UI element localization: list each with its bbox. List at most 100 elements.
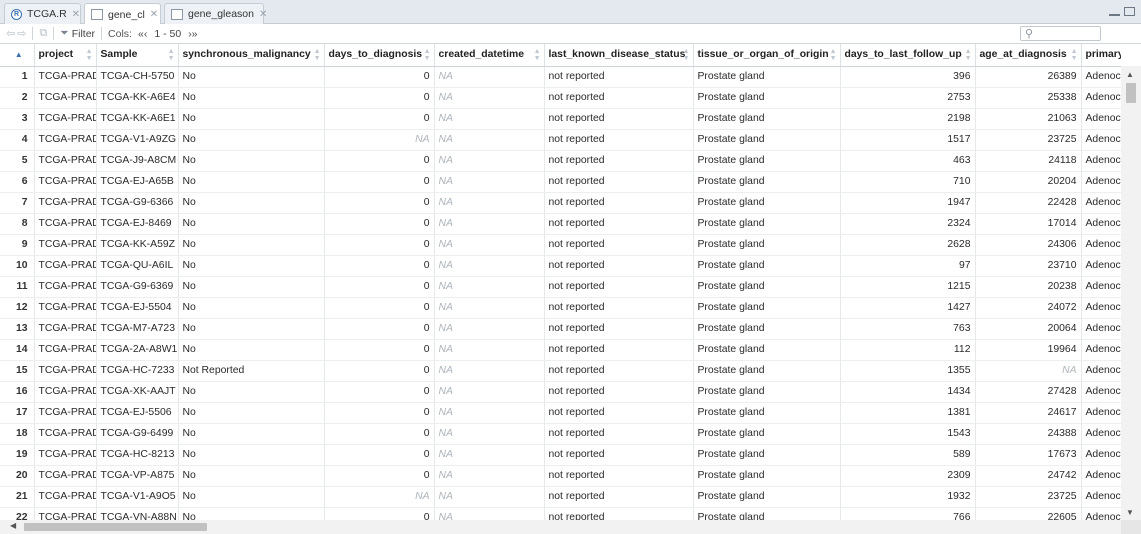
row-number: 15 (0, 360, 35, 382)
table-cell: Prostate gland (693, 234, 841, 256)
filter-button[interactable]: ⏷ Filter (60, 27, 95, 40)
table-cell: TCGA-G9-6369 (96, 276, 179, 298)
table-cell: 0 (324, 255, 435, 277)
table-cell: 25338 (975, 87, 1082, 109)
table-cell: not reported (544, 360, 694, 382)
scrollbar-corner (1121, 520, 1141, 534)
column-header-days-to-last-follow-up[interactable]: days_to_last_follow_up ▲ ▼ (840, 44, 976, 67)
column-header-created-datetime[interactable]: created_datetime ▲ ▼ (434, 44, 545, 67)
column-header-age-at-diagnosis[interactable]: age_at_diagnosis ▲ ▼ (975, 44, 1082, 67)
table-cell: No (178, 213, 325, 235)
table-cell: Not Reported (178, 360, 325, 382)
tab-tcga-r[interactable]: R TCGA.R ✕ (4, 3, 81, 24)
sort-icon: ▲ ▼ (313, 48, 321, 62)
row-number: 18 (0, 423, 35, 445)
table-row: 17 TCGA-PRAD TCGA-EJ-5506 No 0 NA not reported… (0, 402, 1121, 424)
close-icon[interactable]: ✕ (259, 9, 267, 20)
scroll-thumb[interactable] (1126, 83, 1136, 103)
column-header-days-to-diagnosis[interactable]: days_to_diagnosis ▲ ▼ (324, 44, 435, 67)
table-cell: Adenoc (1081, 423, 1121, 445)
column-header-last-known-disease-status[interactable]: last_known_disease_status ▲ ▼ (544, 44, 694, 67)
sort-icon: ▲ ▼ (1070, 48, 1078, 62)
column-header-primary-dia[interactable]: primary_dia (1081, 44, 1121, 67)
table-row: 2 TCGA-PRAD TCGA-KK-A6E4 No 0 NA not reported P… (0, 87, 1121, 109)
scroll-up-arrow-icon[interactable]: ▲ (1126, 70, 1134, 79)
data-grid: ▲ project ▲ ▼ Sample ▲ ▼ synchronous_malignancy… (0, 44, 1121, 520)
maximize-icon[interactable] (1124, 7, 1135, 16)
table-cell: TCGA-PRAD (34, 171, 97, 193)
row-number: 4 (0, 129, 35, 151)
table-row: 15 TCGA-PRAD TCGA-HC-7233 Not Reported 0 NA no… (0, 360, 1121, 382)
table-cell: 710 (840, 171, 976, 193)
table-cell: 0 (324, 234, 435, 256)
row-number: 6 (0, 171, 35, 193)
column-header-sample[interactable]: Sample ▲ ▼ (96, 44, 179, 67)
table-cell: NA (324, 129, 435, 151)
table-cell: NA (434, 87, 545, 109)
table-cell: 1215 (840, 276, 976, 298)
minimize-icon[interactable] (1109, 12, 1120, 16)
table-cell: 26389 (975, 66, 1082, 88)
table-cell: 24072 (975, 297, 1082, 319)
column-header-project[interactable]: project ▲ ▼ (34, 44, 97, 67)
table-cell: 463 (840, 150, 976, 172)
table-cell: not reported (544, 381, 694, 403)
table-cell: Prostate gland (693, 276, 841, 298)
prev-columns-button[interactable]: «‹ (138, 28, 147, 40)
search-input[interactable]: ⚲ (1020, 26, 1101, 41)
table-cell: No (178, 381, 325, 403)
table-cell: not reported (544, 255, 694, 277)
column-header-tissue-or-organ-of-origin[interactable]: tissue_or_organ_of_origin ▲ ▼ (693, 44, 841, 67)
table-cell: not reported (544, 192, 694, 214)
table-cell: No (178, 339, 325, 361)
table-row: 16 TCGA-PRAD TCGA-XK-AAJT No 0 NA not reported… (0, 381, 1121, 403)
forward-arrow-icon[interactable]: ⇨ (17, 27, 26, 40)
scroll-thumb[interactable] (24, 523, 207, 531)
table-cell: Adenoc (1081, 108, 1121, 130)
table-cell: 20238 (975, 276, 1082, 298)
table-cell: not reported (544, 465, 694, 487)
row-number-header[interactable]: ▲ (0, 44, 35, 67)
popout-icon[interactable]: ⧉ (39, 27, 47, 40)
close-icon[interactable]: ✕ (72, 9, 80, 20)
column-header-label: synchronous_malignancy (182, 49, 311, 61)
table-cell: TCGA-PRAD (34, 234, 97, 256)
vertical-scrollbar[interactable]: ▲ ▼ (1121, 66, 1141, 520)
horizontal-scrollbar[interactable]: ◀ (0, 520, 1121, 534)
table-cell: TCGA-PRAD (34, 318, 97, 340)
table-cell: NA (434, 108, 545, 130)
table-cell: 17014 (975, 213, 1082, 235)
tab-gene-gleason[interactable]: gene_gleason ✕ (164, 3, 267, 24)
sort-icon: ▲ ▼ (85, 48, 93, 62)
column-header-synchronous-malignancy[interactable]: synchronous_malignancy ▲ ▼ (178, 44, 325, 67)
table-cell: TCGA-PRAD (34, 507, 97, 520)
tab-gene-cl[interactable]: gene_cl ✕ (84, 3, 161, 25)
table-cell: Prostate gland (693, 297, 841, 319)
scroll-down-arrow-icon[interactable]: ▼ (1126, 508, 1134, 517)
table-cell: 0 (324, 423, 435, 445)
table-row: 21 TCGA-PRAD TCGA-V1-A9O5 No NA NA not reporte… (0, 486, 1121, 508)
table-cell: TCGA-G9-6366 (96, 192, 179, 214)
table-cell: 19964 (975, 339, 1082, 361)
table-cell: TCGA-EJ-5504 (96, 297, 179, 319)
close-icon[interactable]: ✕ (150, 9, 158, 20)
table-cell: Adenoc (1081, 360, 1121, 382)
table-cell: not reported (544, 234, 694, 256)
table-row: 19 TCGA-PRAD TCGA-HC-8213 No 0 NA not reported… (0, 444, 1121, 466)
column-pager: «‹ 1 - 50 ›» (138, 28, 198, 40)
back-arrow-icon[interactable]: ⇦ (6, 27, 15, 40)
row-number: 8 (0, 213, 35, 235)
table-cell: not reported (544, 486, 694, 508)
scroll-left-arrow-icon[interactable]: ◀ (10, 521, 16, 530)
next-columns-button[interactable]: ›» (188, 28, 197, 40)
table-cell: not reported (544, 129, 694, 151)
table-cell: TCGA-PRAD (34, 66, 97, 88)
table-cell: No (178, 297, 325, 319)
table-cell: TCGA-HC-7233 (96, 360, 179, 382)
table-cell: NA (434, 444, 545, 466)
table-cell: TCGA-VP-A875 (96, 465, 179, 487)
tab-label: TCGA.R (27, 8, 67, 20)
table-cell: Adenoc (1081, 276, 1121, 298)
table-cell: TCGA-G9-6499 (96, 423, 179, 445)
table-cell: Adenoc (1081, 66, 1121, 88)
